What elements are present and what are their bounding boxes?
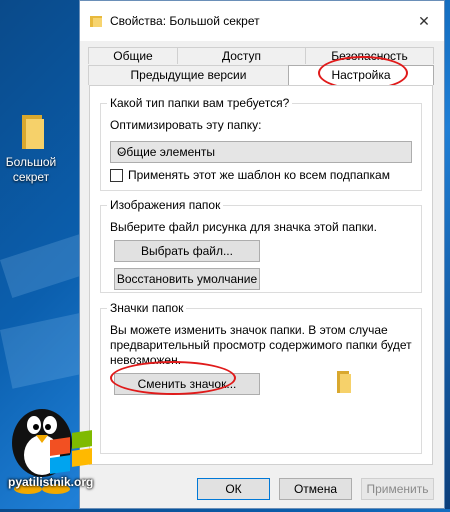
title-bar[interactable]: Свойства: Большой секрет ✕ bbox=[80, 1, 444, 41]
folder-icon bbox=[90, 15, 102, 27]
desktop-folder-icon-item[interactable]: Большой секрет bbox=[0, 115, 62, 185]
penguin-windows-logo-icon bbox=[12, 409, 92, 494]
tab-previous-versions[interactable]: Предыдущие версии bbox=[88, 65, 289, 85]
apply-subfolders-checkbox[interactable] bbox=[110, 169, 123, 182]
tab-sharing[interactable]: Доступ bbox=[177, 47, 306, 64]
folder-type-group: Какой тип папки вам требуется? Оптимизир… bbox=[100, 96, 422, 191]
desktop-icon-label: Большой секрет bbox=[5, 155, 57, 184]
close-icon[interactable]: ✕ bbox=[412, 9, 436, 33]
choose-file-button[interactable]: Выбрать файл... bbox=[114, 240, 260, 262]
group-legend: Какой тип папки вам требуется? bbox=[107, 96, 293, 110]
cancel-button[interactable]: Отмена bbox=[279, 478, 352, 500]
ok-button[interactable]: ОК bbox=[197, 478, 270, 500]
folder-properties-window: Свойства: Большой секрет ✕ Общие Доступ … bbox=[79, 0, 445, 509]
folder-preview-icon bbox=[337, 371, 351, 393]
site-logo: pyatilistnik.org bbox=[0, 385, 98, 509]
images-description: Выберите файл рисунка для значка этой па… bbox=[110, 220, 377, 234]
window-title: Свойства: Большой секрет bbox=[110, 14, 260, 28]
group-legend: Значки папок bbox=[107, 301, 187, 315]
folder-images-group: Изображения папок Выберите файл рисунка … bbox=[100, 198, 422, 293]
optimize-label: Оптимизировать эту папку: bbox=[110, 118, 262, 132]
icons-description-line1: Вы можете изменить значок папки. В этом … bbox=[110, 323, 388, 337]
icons-description-line2: предварительный просмотр содержимого пап… bbox=[110, 338, 412, 352]
customize-panel: Какой тип папки вам требуется? Оптимизир… bbox=[89, 85, 433, 465]
folder-icon bbox=[18, 115, 44, 149]
chevron-down-icon: ⌄ bbox=[117, 145, 127, 157]
site-watermark-text: pyatilistnik.org bbox=[8, 475, 94, 489]
apply-button[interactable]: Применить bbox=[361, 478, 434, 500]
red-highlight-circle bbox=[110, 361, 236, 395]
restore-default-button[interactable]: Восстановить умолчание bbox=[114, 268, 260, 290]
group-legend: Изображения папок bbox=[107, 198, 224, 212]
tab-general[interactable]: Общие bbox=[88, 47, 178, 64]
apply-subfolders-label: Применять этот же шаблон ко всем подпапк… bbox=[128, 168, 390, 182]
optimize-select[interactable]: Общие элементы ⌄ bbox=[110, 141, 412, 163]
